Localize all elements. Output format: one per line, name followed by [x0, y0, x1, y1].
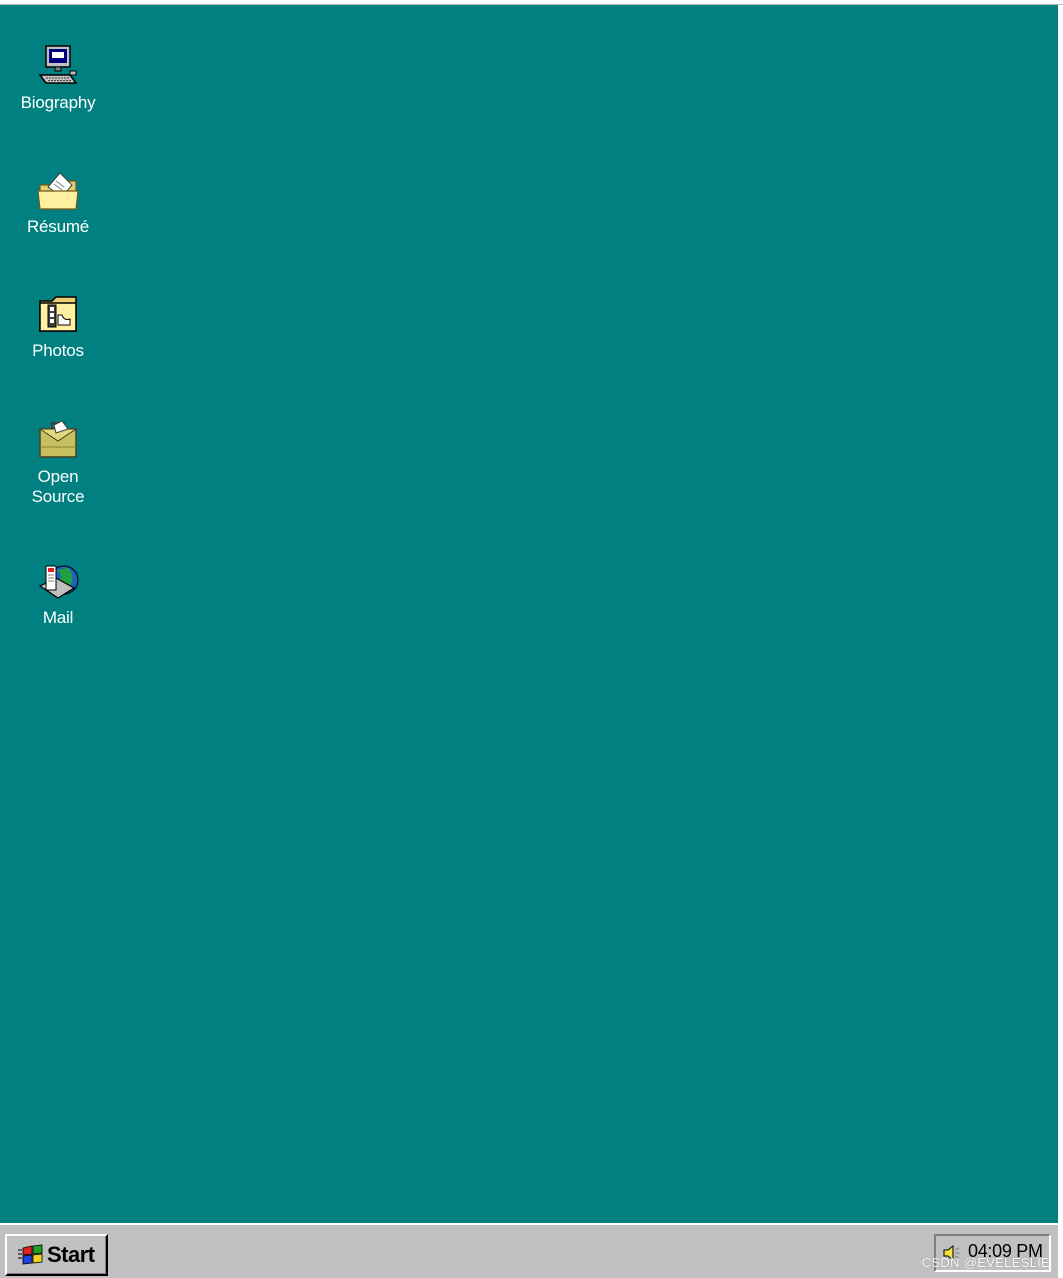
desktop-icon-open-source[interactable]: Open Source	[10, 417, 106, 507]
desktop[interactable]: Biography Résumé Photos Open Source Mail	[0, 5, 1058, 1223]
desktop-icon-photos[interactable]: Photos	[10, 291, 106, 361]
desktop-icon-mail[interactable]: Mail	[10, 558, 106, 628]
start-button[interactable]: Start	[5, 1234, 108, 1276]
photos-folder-icon	[39, 296, 77, 332]
screen: Biography Résumé Photos Open Source Mail…	[0, 0, 1063, 1278]
computer-icon	[38, 45, 78, 84]
desktop-icon-biography[interactable]: Biography	[10, 43, 106, 113]
taskbar: Start 04:09 PM CSDN @EVELESLIE	[0, 1223, 1058, 1278]
desktop-icon-resume[interactable]: Résumé	[10, 167, 106, 237]
start-label: Start	[47, 1242, 95, 1267]
windows-logo-icon	[18, 1244, 43, 1265]
watermark: CSDN @EVELESLIE	[921, 1255, 1050, 1270]
briefcase-icon	[38, 420, 78, 458]
desktop-icon-label: Mail	[42, 608, 74, 627]
desktop-icon-label: Open Source	[31, 467, 85, 506]
right-edge	[1058, 5, 1063, 1278]
mail-globe-icon	[38, 565, 79, 599]
desktop-icon-label: Biography	[20, 93, 96, 112]
folder-document-icon	[37, 172, 79, 210]
desktop-icon-label: Résumé	[26, 217, 90, 236]
desktop-icon-label: Photos	[32, 341, 84, 360]
